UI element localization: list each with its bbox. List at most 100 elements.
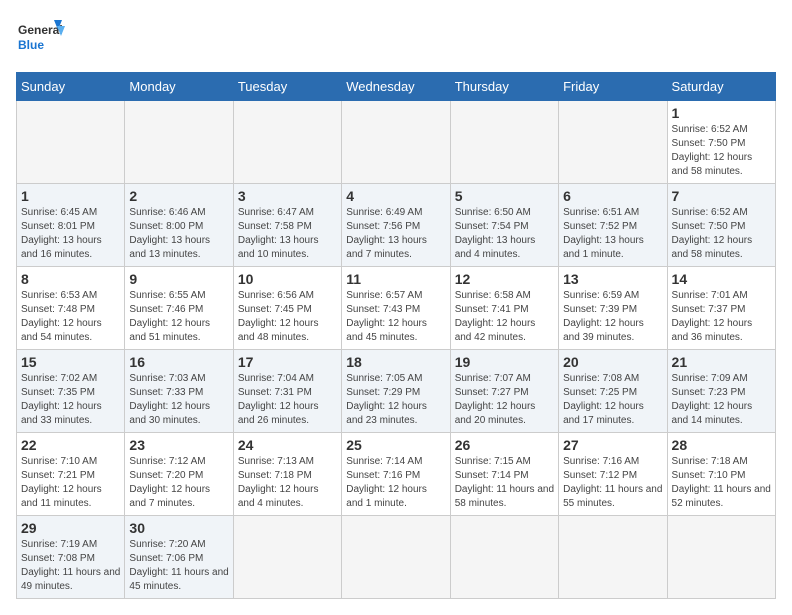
day-number: 27 (563, 437, 662, 453)
day-info: Sunrise: 6:57 AMSunset: 7:43 PMDaylight:… (346, 290, 427, 343)
day-info: Sunrise: 6:50 AMSunset: 7:54 PMDaylight:… (455, 207, 536, 260)
day-cell: 10Sunrise: 6:56 AMSunset: 7:45 PMDayligh… (233, 267, 341, 350)
day-cell: 18Sunrise: 7:05 AMSunset: 7:29 PMDayligh… (342, 350, 450, 433)
header-row: SundayMondayTuesdayWednesdayThursdayFrid… (17, 73, 776, 101)
day-cell: 11 Sunrise: 6:57 AMSunset: 7:43 PMDayligh… (342, 267, 450, 350)
calendar-header: SundayMondayTuesdayWednesdayThursdayFrid… (17, 73, 776, 101)
day-cell: 29 Sunrise: 7:19 AMSunset: 7:08 PMDayligh… (17, 516, 125, 599)
calendar-body: 1 Sunrise: 6:52 AMSunset: 7:50 PMDaylight… (17, 101, 776, 599)
day-cell: 14 Sunrise: 7:01 AMSunset: 7:37 PMDayligh… (667, 267, 775, 350)
day-info: Sunrise: 6:47 AMSunset: 7:58 PMDaylight:… (238, 207, 319, 260)
day-cell: 4Sunrise: 6:49 AMSunset: 7:56 PMDaylight… (342, 184, 450, 267)
day-info: Sunrise: 7:16 AMSunset: 7:12 PMDaylight:… (563, 456, 662, 509)
day-number: 6 (563, 188, 662, 204)
day-number: 2 (129, 188, 228, 204)
day-cell: 3Sunrise: 6:47 AMSunset: 7:58 PMDaylight… (233, 184, 341, 267)
day-info: Sunrise: 7:04 AMSunset: 7:31 PMDaylight:… (238, 373, 319, 426)
day-number: 26 (455, 437, 554, 453)
day-number: 21 (672, 354, 771, 370)
day-number: 23 (129, 437, 228, 453)
day-cell: 27 Sunrise: 7:16 AMSunset: 7:12 PMDayligh… (559, 433, 667, 516)
day-info: Sunrise: 6:55 AMSunset: 7:46 PMDaylight:… (129, 290, 210, 343)
day-number: 14 (672, 271, 771, 287)
day-info: Sunrise: 7:18 AMSunset: 7:10 PMDaylight:… (672, 456, 771, 509)
day-info: Sunrise: 6:58 AMSunset: 7:41 PMDaylight:… (455, 290, 536, 343)
day-cell: 9Sunrise: 6:55 AMSunset: 7:46 PMDaylight… (125, 267, 233, 350)
day-cell: 2 Sunrise: 6:46 AMSunset: 8:00 PMDaylight… (125, 184, 233, 267)
day-number: 19 (455, 354, 554, 370)
day-number: 4 (346, 188, 445, 204)
week-row-4: 15Sunrise: 7:02 AMSunset: 7:35 PMDayligh… (17, 350, 776, 433)
day-info: Sunrise: 6:59 AMSunset: 7:39 PMDaylight:… (563, 290, 644, 343)
day-cell (559, 101, 667, 184)
day-number: 7 (672, 188, 771, 204)
day-info: Sunrise: 7:02 AMSunset: 7:35 PMDaylight:… (21, 373, 102, 426)
week-row-1: 1Sunrise: 6:52 AMSunset: 7:50 PMDaylight… (17, 101, 776, 184)
day-info: Sunrise: 7:07 AMSunset: 7:27 PMDaylight:… (455, 373, 536, 426)
day-info: Sunrise: 7:14 AMSunset: 7:16 PMDaylight:… (346, 456, 427, 509)
svg-text:Blue: Blue (18, 38, 44, 52)
day-number: 10 (238, 271, 337, 287)
day-info: Sunrise: 6:53 AMSunset: 7:48 PMDaylight:… (21, 290, 102, 343)
day-number: 29 (21, 520, 120, 536)
day-info: Sunrise: 7:13 AMSunset: 7:18 PMDaylight:… (238, 456, 319, 509)
header-cell-friday: Friday (559, 73, 667, 101)
day-number: 22 (21, 437, 120, 453)
page-header: General Blue (16, 16, 776, 60)
day-cell (450, 101, 558, 184)
week-row-3: 8 Sunrise: 6:53 AMSunset: 7:48 PMDaylight… (17, 267, 776, 350)
day-cell (233, 101, 341, 184)
day-cell (342, 101, 450, 184)
day-number: 13 (563, 271, 662, 287)
day-cell: 7 Sunrise: 6:52 AMSunset: 7:50 PMDaylight… (667, 184, 775, 267)
day-info: Sunrise: 6:52 AMSunset: 7:50 PMDaylight:… (672, 124, 753, 177)
day-info: Sunrise: 7:01 AMSunset: 7:37 PMDaylight:… (672, 290, 753, 343)
day-cell: 1Sunrise: 6:52 AMSunset: 7:50 PMDaylight… (667, 101, 775, 184)
day-info: Sunrise: 6:52 AMSunset: 7:50 PMDaylight:… (672, 207, 753, 260)
day-info: Sunrise: 7:10 AMSunset: 7:21 PMDaylight:… (21, 456, 102, 509)
day-number: 8 (21, 271, 120, 287)
svg-text:General: General (18, 23, 63, 37)
day-cell: 12 Sunrise: 6:58 AMSunset: 7:41 PMDayligh… (450, 267, 558, 350)
day-number: 5 (455, 188, 554, 204)
day-cell: 5 Sunrise: 6:50 AMSunset: 7:54 PMDaylight… (450, 184, 558, 267)
day-info: Sunrise: 6:51 AMSunset: 7:52 PMDaylight:… (563, 207, 644, 260)
week-row-5: 22 Sunrise: 7:10 AMSunset: 7:21 PMDayligh… (17, 433, 776, 516)
day-cell: 30 Sunrise: 7:20 AMSunset: 7:06 PMDayligh… (125, 516, 233, 599)
day-number: 11 (346, 271, 445, 287)
day-info: Sunrise: 7:12 AMSunset: 7:20 PMDaylight:… (129, 456, 210, 509)
day-cell (559, 516, 667, 599)
logo-svg: General Blue (16, 16, 66, 60)
day-cell (125, 101, 233, 184)
day-info: Sunrise: 7:19 AMSunset: 7:08 PMDaylight:… (21, 539, 120, 592)
day-cell: 22 Sunrise: 7:10 AMSunset: 7:21 PMDayligh… (17, 433, 125, 516)
day-cell: 15Sunrise: 7:02 AMSunset: 7:35 PMDayligh… (17, 350, 125, 433)
day-number: 24 (238, 437, 337, 453)
calendar-table: SundayMondayTuesdayWednesdayThursdayFrid… (16, 72, 776, 599)
day-info: Sunrise: 7:03 AMSunset: 7:33 PMDaylight:… (129, 373, 210, 426)
header-cell-saturday: Saturday (667, 73, 775, 101)
day-cell: 26 Sunrise: 7:15 AMSunset: 7:14 PMDayligh… (450, 433, 558, 516)
week-row-6: 29 Sunrise: 7:19 AMSunset: 7:08 PMDayligh… (17, 516, 776, 599)
day-number: 12 (455, 271, 554, 287)
week-row-2: 1 Sunrise: 6:45 AMSunset: 8:01 PMDaylight… (17, 184, 776, 267)
day-cell: 6 Sunrise: 6:51 AMSunset: 7:52 PMDaylight… (559, 184, 667, 267)
day-info: Sunrise: 6:45 AMSunset: 8:01 PMDaylight:… (21, 207, 102, 260)
day-info: Sunrise: 7:05 AMSunset: 7:29 PMDaylight:… (346, 373, 427, 426)
day-info: Sunrise: 7:15 AMSunset: 7:14 PMDaylight:… (455, 456, 554, 509)
header-cell-tuesday: Tuesday (233, 73, 341, 101)
day-info: Sunrise: 6:46 AMSunset: 8:00 PMDaylight:… (129, 207, 210, 260)
day-cell: 23 Sunrise: 7:12 AMSunset: 7:20 PMDayligh… (125, 433, 233, 516)
day-info: Sunrise: 7:20 AMSunset: 7:06 PMDaylight:… (129, 539, 228, 592)
day-cell: 19 Sunrise: 7:07 AMSunset: 7:27 PMDayligh… (450, 350, 558, 433)
day-number: 17 (238, 354, 337, 370)
day-number: 25 (346, 437, 445, 453)
day-cell: 28 Sunrise: 7:18 AMSunset: 7:10 PMDayligh… (667, 433, 775, 516)
day-number: 28 (672, 437, 771, 453)
header-cell-monday: Monday (125, 73, 233, 101)
header-cell-wednesday: Wednesday (342, 73, 450, 101)
day-cell (342, 516, 450, 599)
day-number: 30 (129, 520, 228, 536)
day-number: 1 (21, 188, 120, 204)
day-cell: 1 Sunrise: 6:45 AMSunset: 8:01 PMDaylight… (17, 184, 125, 267)
